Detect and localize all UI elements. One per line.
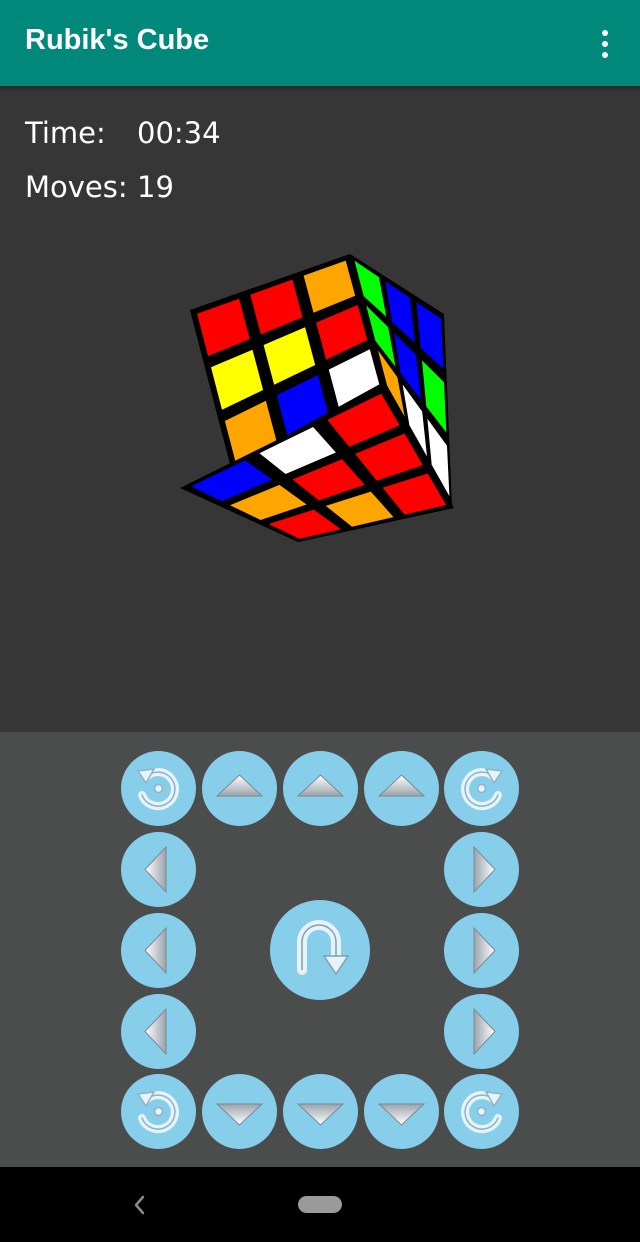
rotate-bottom-ccw-button[interactable] bbox=[121, 1074, 196, 1149]
move-up-right-button[interactable] bbox=[364, 751, 439, 826]
move-left-middle-button[interactable] bbox=[121, 913, 196, 988]
time-stat: Time: 00:34 bbox=[25, 116, 221, 150]
time-value: 00:34 bbox=[137, 116, 221, 150]
moves-label: Moves: bbox=[25, 170, 128, 204]
move-down-left-button[interactable] bbox=[202, 1074, 277, 1149]
arrow-down-icon bbox=[215, 1103, 264, 1126]
arrow-up-icon bbox=[296, 774, 345, 797]
move-right-bottom-button[interactable] bbox=[444, 994, 519, 1069]
home-pill-icon[interactable] bbox=[298, 1196, 342, 1213]
rotate-bottom-cw-button[interactable] bbox=[444, 1074, 519, 1149]
move-left-bottom-button[interactable] bbox=[121, 994, 196, 1069]
u-turn-icon bbox=[297, 920, 350, 976]
arrow-left-icon bbox=[144, 845, 167, 894]
arrow-down-icon bbox=[377, 1103, 426, 1126]
app-bar: Rubik's Cube bbox=[0, 0, 640, 86]
rotate-ccw-icon bbox=[136, 1091, 179, 1134]
arrow-right-icon bbox=[473, 845, 496, 894]
move-down-center-button[interactable] bbox=[283, 1074, 358, 1149]
arrow-right-icon bbox=[473, 926, 496, 975]
rotate-top-cw-button[interactable] bbox=[444, 751, 519, 826]
arrow-up-icon bbox=[377, 774, 426, 797]
moves-stat: Moves: 19 bbox=[25, 170, 174, 204]
arrow-left-icon bbox=[144, 926, 167, 975]
rotate-cw-icon bbox=[461, 1091, 504, 1134]
move-left-top-button[interactable] bbox=[121, 832, 196, 907]
move-right-middle-button[interactable] bbox=[444, 913, 519, 988]
arrow-left-icon bbox=[144, 1007, 167, 1056]
arrow-up-icon bbox=[215, 774, 264, 797]
move-right-top-button[interactable] bbox=[444, 832, 519, 907]
rotate-cw-icon bbox=[461, 768, 504, 811]
arrow-right-icon bbox=[473, 1007, 496, 1056]
app-root: Rubik's Cube Time: 00:34 Moves: 19 bbox=[0, 0, 640, 1242]
move-up-center-button[interactable] bbox=[283, 751, 358, 826]
undo-u-turn-button[interactable] bbox=[270, 900, 370, 1000]
move-down-right-button[interactable] bbox=[364, 1074, 439, 1149]
control-pad bbox=[0, 732, 640, 1167]
rotate-top-ccw-button[interactable] bbox=[121, 751, 196, 826]
moves-value: 19 bbox=[137, 170, 174, 204]
app-title: Rubik's Cube bbox=[25, 24, 210, 56]
arrow-down-icon bbox=[296, 1103, 345, 1126]
time-label: Time: bbox=[25, 116, 106, 150]
back-icon[interactable] bbox=[122, 1185, 158, 1225]
more-vert-icon[interactable] bbox=[585, 22, 625, 66]
rotate-ccw-icon bbox=[136, 768, 179, 811]
move-up-left-button[interactable] bbox=[202, 751, 277, 826]
game-area: Time: 00:34 Moves: 19 bbox=[0, 86, 640, 732]
